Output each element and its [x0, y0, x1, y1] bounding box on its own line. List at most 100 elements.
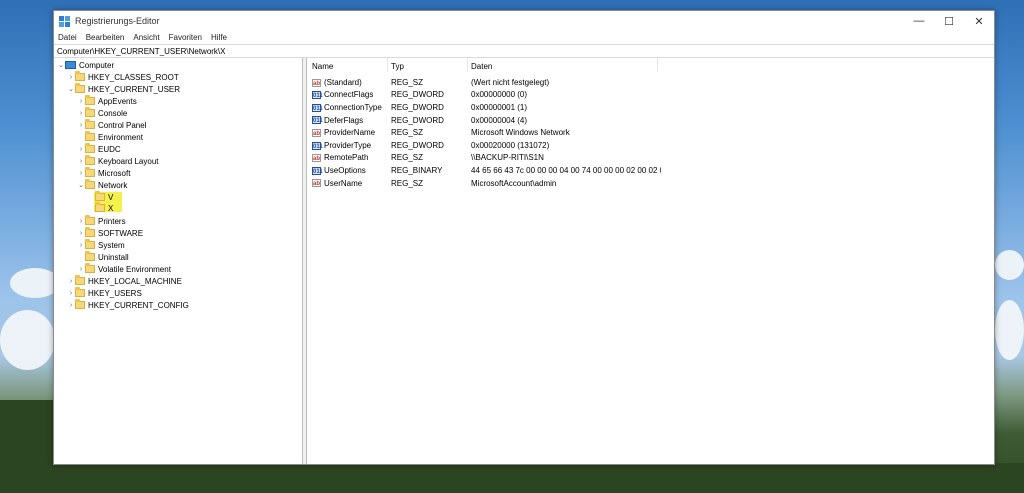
registry-editor-icon [59, 15, 70, 27]
column-header-name[interactable]: Name [312, 60, 333, 72]
tree-label: Network [98, 180, 128, 190]
chevron-right-icon[interactable]: › [77, 143, 85, 155]
column-header-data[interactable]: Daten [471, 60, 492, 72]
tree-label: HKEY_CLASSES_ROOT [88, 72, 179, 82]
tree-label: HKEY_LOCAL_MACHINE [88, 276, 182, 286]
minimize-button[interactable]: — [904, 11, 934, 31]
value-data-cell: (Wert nicht festgelegt) [471, 77, 550, 87]
string-value-icon: ab [312, 78, 321, 87]
chevron-right-icon[interactable]: › [77, 239, 85, 251]
value-name-cell: ab (Standard) [312, 78, 387, 87]
menu-bearbeiten[interactable]: Bearbeiten [86, 33, 125, 42]
value-name-cell: ab ProviderName [312, 128, 387, 137]
value-data-cell: \\BACKUP-RITI\S1N [471, 153, 544, 163]
table-row[interactable]: ab (Standard) REG_SZ (Wert nicht festgelegt… [307, 76, 994, 89]
address-path[interactable]: Computer\HKEY_CURRENT_USER\Network\X [57, 47, 226, 56]
chevron-right-icon[interactable]: › [77, 263, 85, 275]
chevron-right-icon[interactable]: › [77, 95, 85, 107]
tree-node-uninstall[interactable]: Uninstall [77, 251, 129, 263]
tree-node-control-panel[interactable]: › Control Panel [77, 119, 146, 131]
binary-value-icon: 011 [312, 91, 323, 100]
tree-node-console[interactable]: › Console [77, 107, 127, 119]
desktop-cloud [0, 310, 55, 370]
binary-value-icon: 011 [312, 141, 323, 150]
chevron-right-icon[interactable]: › [67, 275, 75, 287]
column-separator[interactable] [657, 58, 658, 72]
value-type-cell: REG_DWORD [391, 90, 444, 100]
value-type-cell: REG_DWORD [391, 115, 444, 125]
table-row[interactable]: 011DeferFlags REG_DWORD 0x00000004 (4) [307, 114, 994, 127]
tree-label: Volatile Environment [98, 264, 171, 274]
tree-node-network[interactable]: ⌄ Network [77, 179, 127, 191]
tree-node-appevents[interactable]: › AppEvents [77, 95, 137, 107]
table-row[interactable]: 011ProviderType REG_DWORD 0x00020000 (1310… [307, 139, 994, 152]
chevron-down-icon[interactable]: ⌄ [77, 179, 85, 191]
value-name-cell: 011ConnectionType [312, 103, 387, 112]
chevron-right-icon[interactable]: › [67, 287, 75, 299]
tree-node-hkcr[interactable]: › HKEY_CLASSES_ROOT [67, 71, 179, 83]
chevron-down-icon[interactable]: ⌄ [57, 59, 65, 71]
tree-node-hklm[interactable]: › HKEY_LOCAL_MACHINE [67, 275, 182, 287]
tree-node-printers[interactable]: › Printers [77, 215, 126, 227]
folder-icon [85, 119, 95, 129]
folder-icon [75, 71, 85, 81]
tree-node-eudc[interactable]: › EUDC [77, 143, 121, 155]
menu-hilfe[interactable]: Hilfe [211, 33, 227, 42]
value-name: UserName [324, 178, 363, 188]
table-row[interactable]: ab UserName REG_SZ MicrosoftAccount\admin [307, 177, 994, 190]
column-header-type[interactable]: Typ [391, 60, 404, 72]
value-data-cell: 44 65 66 43 7c 00 00 00 04 00 74 00 00 0… [471, 165, 661, 175]
tree-node-keyboard-layout[interactable]: › Keyboard Layout [77, 155, 159, 167]
value-name: ConnectionType [324, 102, 382, 112]
tree-node-hku[interactable]: › HKEY_USERS [67, 287, 142, 299]
tree-label: SOFTWARE [98, 228, 144, 238]
folder-icon [85, 251, 95, 261]
tree-node-computer[interactable]: ⌄ Computer [57, 59, 114, 71]
maximize-button[interactable]: ☐ [934, 11, 964, 31]
table-row[interactable]: 011ConnectionType REG_DWORD 0x00000001 (1) [307, 101, 994, 114]
menu-ansicht[interactable]: Ansicht [133, 33, 159, 42]
address-bar[interactable]: Computer\HKEY_CURRENT_USER\Network\X [54, 44, 994, 58]
tree-node-system[interactable]: › System [77, 239, 125, 251]
chevron-right-icon[interactable]: › [77, 215, 85, 227]
menu-datei[interactable]: Datei [58, 33, 77, 42]
chevron-right-icon[interactable]: › [77, 227, 85, 239]
computer-icon [65, 61, 76, 69]
table-row[interactable]: ab RemotePath REG_SZ \\BACKUP-RITI\S1N [307, 152, 994, 165]
value-name: DeferFlags [324, 115, 364, 125]
value-name-cell: ab RemotePath [312, 153, 387, 162]
menu-favoriten[interactable]: Favoriten [169, 33, 202, 42]
tree-node-software[interactable]: › SOFTWARE [77, 227, 143, 239]
close-button[interactable]: ✕ [964, 11, 994, 31]
chevron-right-icon[interactable]: › [77, 155, 85, 167]
tree-node-x[interactable]: X [95, 202, 113, 214]
tree-node-environment[interactable]: Environment [77, 131, 143, 143]
chevron-right-icon[interactable]: › [67, 299, 75, 311]
table-row[interactable]: 011ConnectFlags REG_DWORD 0x00000000 (0) [307, 89, 994, 102]
title-bar[interactable]: Registrierungs-Editor — ☐ ✕ [54, 11, 994, 31]
value-data-cell: 0x00020000 (131072) [471, 140, 550, 150]
value-name-cell: 011DeferFlags [312, 116, 387, 125]
folder-icon [85, 227, 95, 237]
table-row[interactable]: ab ProviderName REG_SZ Microsoft Windows Ne… [307, 126, 994, 139]
tree-node-hkcc[interactable]: › HKEY_CURRENT_CONFIG [67, 299, 189, 311]
chevron-right-icon[interactable]: › [77, 107, 85, 119]
tree-label: AppEvents [98, 96, 137, 106]
chevron-right-icon[interactable]: › [67, 71, 75, 83]
tree-node-microsoft[interactable]: › Microsoft [77, 167, 130, 179]
column-separator[interactable] [387, 58, 388, 72]
folder-icon [75, 83, 85, 93]
tree-label: V [108, 192, 114, 202]
column-separator[interactable] [467, 58, 468, 72]
tree-node-volatile-environment[interactable]: › Volatile Environment [77, 263, 171, 275]
folder-icon [85, 179, 95, 189]
chevron-right-icon[interactable]: › [77, 167, 85, 179]
desktop-cloud [995, 250, 1024, 280]
registry-editor-window: Registrierungs-Editor — ☐ ✕ Datei Bearbe… [53, 10, 995, 465]
value-type-cell: REG_BINARY [391, 165, 443, 175]
chevron-right-icon[interactable]: › [77, 119, 85, 131]
tree-label: System [98, 240, 125, 250]
table-row[interactable]: 011UseOptions REG_BINARY 44 65 66 43 7c 00… [307, 164, 994, 177]
tree-node-hkcu[interactable]: ⌄ HKEY_CURRENT_USER [67, 83, 180, 95]
chevron-down-icon[interactable]: ⌄ [67, 83, 75, 95]
